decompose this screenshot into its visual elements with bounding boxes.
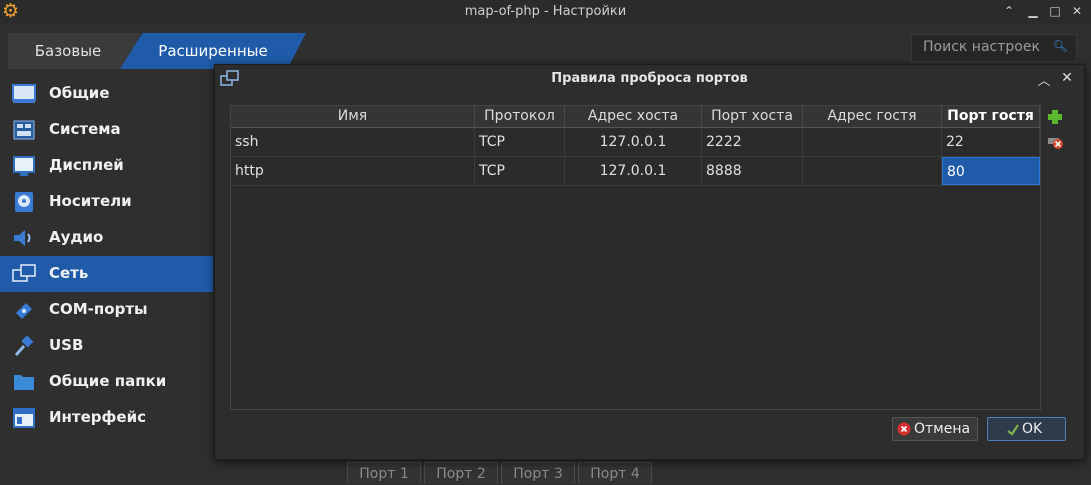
sidebar-item-general[interactable]: Общие	[0, 76, 213, 112]
sidebar-item-shared-folders[interactable]: Общие папки	[0, 364, 213, 400]
cell-guest-ip[interactable]	[803, 128, 942, 156]
column-header-name[interactable]: Имя	[231, 106, 475, 127]
cell-protocol[interactable]: TCP	[475, 157, 565, 185]
column-header-guest-port[interactable]: Порт гостя	[942, 106, 1040, 127]
cell-host-ip[interactable]: 127.0.0.1	[565, 157, 702, 185]
sidebar-item-label: Общие папки	[49, 372, 167, 390]
cell-protocol[interactable]: TCP	[475, 128, 565, 156]
maximize-icon[interactable]: □	[1046, 2, 1064, 20]
sidebar-item-label: Система	[49, 120, 121, 138]
cell-guest-port[interactable]: 22	[942, 128, 1040, 156]
close-icon[interactable]: ✕	[1060, 70, 1074, 86]
cell-name[interactable]: http	[231, 157, 475, 185]
cell-guest-port-editing[interactable]: 80	[942, 157, 1040, 185]
column-header-host-port[interactable]: Порт хоста	[702, 106, 803, 127]
table-row[interactable]: ssh TCP 127.0.0.1 2222 22	[231, 128, 1040, 157]
window-titlebar: ⚙ map-of-php - Настройки ⌃ ▁ □ ✕	[0, 0, 1091, 24]
audio-icon	[14, 230, 31, 246]
cancel-icon	[897, 422, 911, 436]
ok-label: OK	[1022, 421, 1043, 437]
sidebar-item-system[interactable]: Система	[0, 112, 213, 148]
storage-icon	[15, 192, 33, 212]
sidebar-item-label: Аудио	[49, 228, 104, 246]
cell-name[interactable]: ssh	[231, 128, 475, 156]
sidebar-item-label: Интерфейс	[49, 408, 146, 426]
close-icon[interactable]: ✕	[1068, 2, 1086, 20]
minimize-icon[interactable]: ▁	[1024, 2, 1042, 20]
settings-sidebar: Общие Система Дисплей Носители Аудио Сет…	[0, 76, 213, 436]
chevron-up-icon[interactable]: ︿	[1037, 70, 1051, 89]
sidebar-item-display[interactable]: Дисплей	[0, 148, 213, 184]
sidebar-item-label: Дисплей	[49, 156, 124, 174]
column-header-guest-ip[interactable]: Адрес гостя	[803, 106, 942, 127]
sidebar-item-label: Общие	[49, 84, 110, 102]
system-icon	[13, 120, 35, 140]
serial-ports-icon	[16, 303, 32, 319]
cell-host-port[interactable]: 2222	[702, 128, 803, 156]
sidebar-item-storage[interactable]: Носители	[0, 184, 213, 220]
column-header-protocol[interactable]: Протокол	[475, 106, 565, 127]
sidebar-item-audio[interactable]: Аудио	[0, 220, 213, 256]
search-placeholder: Поиск настроек	[923, 39, 1040, 55]
search-input[interactable]: Поиск настроек 🔍︎	[911, 34, 1077, 62]
cancel-label: Отмена	[914, 421, 971, 437]
table-header: Имя Протокол Адрес хоста Порт хоста Адре…	[231, 106, 1040, 128]
network-icon	[12, 264, 36, 282]
display-icon	[13, 156, 35, 176]
cancel-button[interactable]: Отмена	[892, 417, 978, 441]
general-icon	[12, 84, 36, 103]
ok-icon	[1007, 424, 1019, 436]
cell-host-port[interactable]: 8888	[702, 157, 803, 185]
sidebar-item-label: Носители	[49, 192, 132, 210]
cell-guest-ip[interactable]	[803, 157, 942, 185]
tab-advanced-label: Расширенные	[158, 42, 268, 60]
window-title: map-of-php - Настройки	[464, 4, 627, 19]
sidebar-item-interface[interactable]: Интерфейс	[0, 400, 213, 436]
sidebar-item-serial-ports[interactable]: COM-порты	[0, 292, 213, 328]
shared-folders-icon	[14, 375, 34, 390]
port-forwarding-dialog: Правила проброса портов ︿ ✕ Имя Протокол…	[214, 64, 1085, 460]
tab-basic-label: Базовые	[34, 42, 102, 60]
column-header-host-ip[interactable]: Адрес хоста	[565, 106, 702, 127]
dialog-title: Правила проброса портов	[551, 71, 748, 86]
search-icon: 🔍︎	[1052, 39, 1068, 53]
chevron-up-icon[interactable]: ⌃	[1000, 2, 1018, 20]
add-rule-icon[interactable]	[1046, 108, 1064, 126]
sidebar-item-label: COM-порты	[49, 300, 148, 318]
remove-rule-icon[interactable]	[1046, 132, 1064, 150]
sidebar-item-label: Сеть	[49, 264, 89, 282]
table-row[interactable]: http TCP 127.0.0.1 8888 80	[231, 157, 1040, 186]
sidebar-item-usb[interactable]: USB	[0, 328, 213, 364]
tab-basic[interactable]: Базовые	[8, 33, 140, 69]
interface-icon	[13, 408, 35, 428]
sidebar-item-label: USB	[49, 336, 84, 354]
sidebar-item-network[interactable]: Сеть	[0, 256, 213, 292]
ok-button[interactable]: OK	[987, 417, 1066, 441]
cell-host-ip[interactable]: 127.0.0.1	[565, 128, 702, 156]
port-rules-table: Имя Протокол Адрес хоста Порт хоста Адре…	[230, 105, 1041, 410]
usb-icon	[14, 335, 34, 356]
